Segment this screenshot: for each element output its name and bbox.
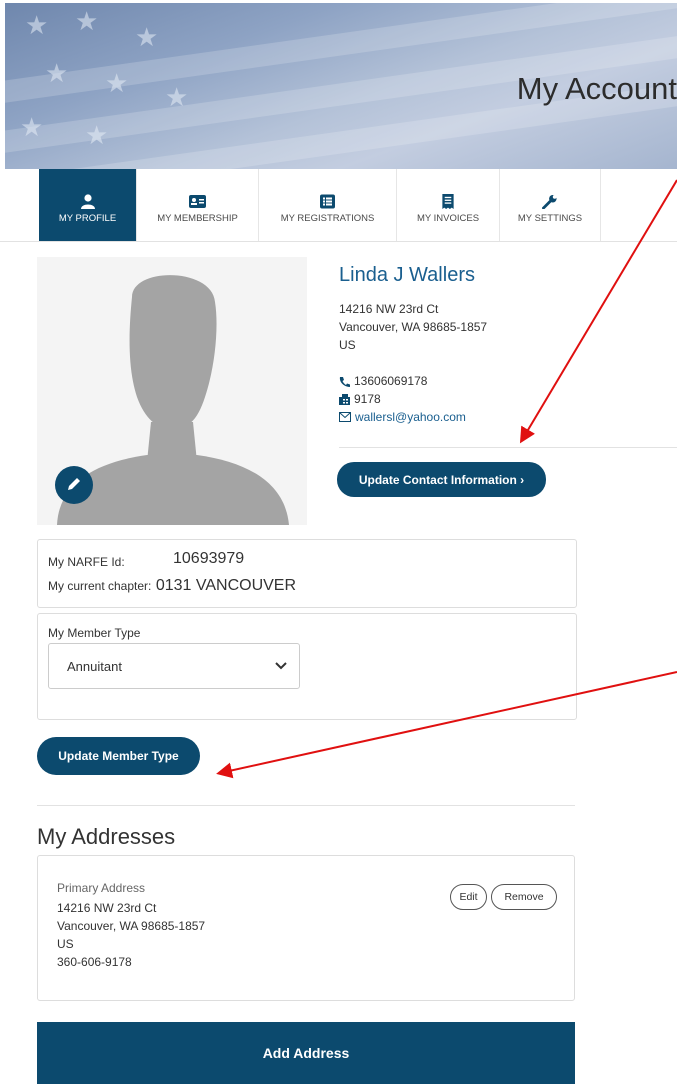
member-type-label: My Member Type <box>48 626 141 640</box>
address-line2: Vancouver, WA 98685-1857 <box>339 320 488 334</box>
address-card-country: US <box>57 937 74 951</box>
chapter-value: 0131 VANCOUVER <box>155 577 297 594</box>
chevron-down-icon <box>275 662 287 670</box>
narfe-id-value: 10693979 <box>173 550 245 567</box>
fax-number: 9178 <box>354 392 381 406</box>
tab-my-settings[interactable]: MY SETTINGS <box>500 169 601 241</box>
address-line1: 14216 NW 23rd Ct <box>339 302 439 316</box>
section-divider <box>37 805 575 806</box>
id-card-icon <box>189 195 206 208</box>
address-country: US <box>339 338 356 352</box>
member-name: Linda J Wallers <box>339 264 475 286</box>
chapter-row: My current chapter: 0131 VANCOUVER <box>48 577 296 595</box>
receipt-icon <box>442 194 454 209</box>
pencil-icon <box>68 477 80 490</box>
fax-icon <box>339 393 350 405</box>
envelope-icon <box>339 412 351 422</box>
member-type-selected: Annuitant <box>67 659 122 674</box>
address-card: Primary Address 14216 NW 23rd Ct Vancouv… <box>37 855 575 1001</box>
email-link[interactable]: wallersl@yahoo.com <box>355 410 466 424</box>
divider <box>339 447 677 448</box>
remove-address-button[interactable]: Remove <box>491 884 557 910</box>
user-icon <box>80 194 95 209</box>
list-icon <box>320 194 335 209</box>
member-type-select[interactable]: Annuitant <box>48 643 300 689</box>
member-info-box: My NARFE Id: 10693979 My current chapter… <box>37 539 577 608</box>
page-title: My Account <box>516 71 677 106</box>
tab-my-membership[interactable]: MY MEMBERSHIP <box>137 169 259 241</box>
narfe-id-label: My NARFE Id: <box>48 555 125 569</box>
update-contact-button[interactable]: Update Contact Information › <box>337 462 546 497</box>
update-member-type-button[interactable]: Update Member Type <box>37 737 200 775</box>
chapter-label: My current chapter: <box>48 579 152 593</box>
edit-photo-button[interactable] <box>55 466 93 504</box>
wrench-icon <box>542 194 557 209</box>
account-tabs: MY PROFILE MY MEMBERSHIP MY REGISTRATION… <box>0 169 677 242</box>
narfe-id-row: My NARFE Id: 10693979 <box>48 550 244 571</box>
email-row: wallersl@yahoo.com <box>339 410 466 424</box>
addresses-title: My Addresses <box>37 824 176 849</box>
account-banner: ★ ★ ★ ★ ★ ★ ★ ★ My Account <box>5 3 677 169</box>
phone-icon <box>339 376 350 387</box>
phone-number: 13606069178 <box>354 374 428 388</box>
address-card-phone: 360-606-9178 <box>57 955 132 969</box>
tab-my-invoices[interactable]: MY INVOICES <box>397 169 500 241</box>
address-type-label: Primary Address <box>57 881 146 895</box>
phone-row: 13606069178 <box>339 374 427 388</box>
fax-row: 9178 <box>339 392 381 406</box>
address-card-line1: 14216 NW 23rd Ct <box>57 901 157 915</box>
tab-my-registrations[interactable]: MY REGISTRATIONS <box>259 169 397 241</box>
tab-my-profile[interactable]: MY PROFILE <box>39 169 137 241</box>
edit-address-button[interactable]: Edit <box>450 884 487 910</box>
address-card-line2: Vancouver, WA 98685-1857 <box>57 919 206 933</box>
add-address-button[interactable]: Add Address <box>37 1022 575 1084</box>
